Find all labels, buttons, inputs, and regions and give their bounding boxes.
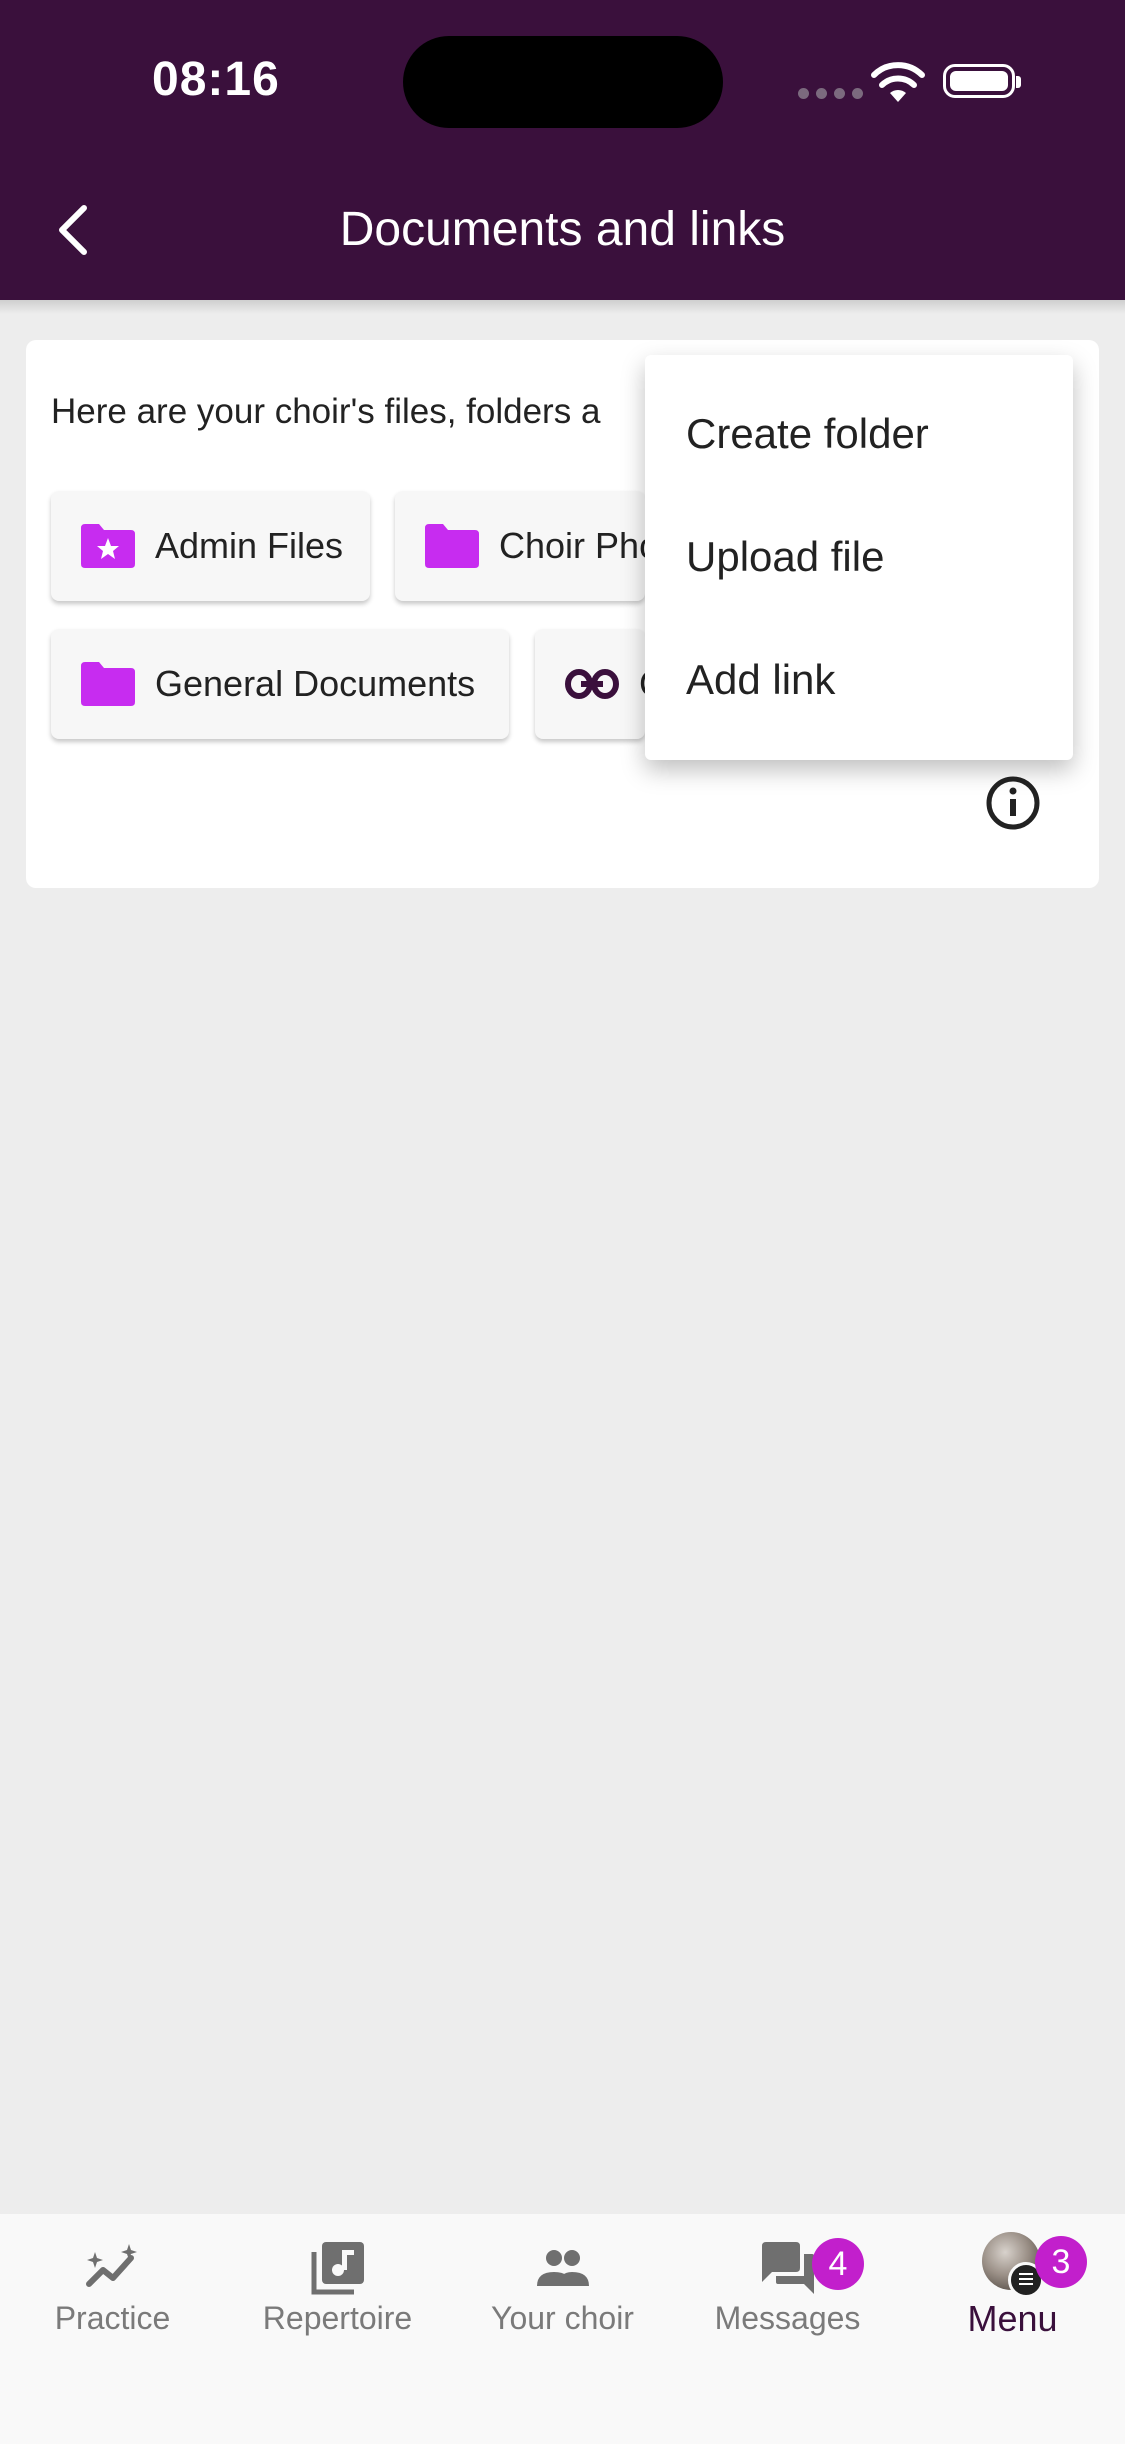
practice-icon (85, 2244, 137, 2287)
dynamic-island (403, 36, 723, 128)
status-time: 08:16 (152, 53, 280, 106)
folder-chip-choir-photos[interactable]: Choir Pho (395, 491, 645, 601)
menu-item-add-link[interactable]: Add link (686, 656, 835, 704)
messages-badge: 4 (812, 2238, 864, 2290)
intro-text: Here are your choir's files, folders a (51, 392, 601, 431)
repertoire-icon (311, 2242, 364, 2295)
link-chip[interactable]: C (535, 629, 645, 739)
nav-label: Messages (714, 2300, 861, 2336)
nav-item-repertoire[interactable]: Repertoire (225, 2214, 450, 2354)
battery-icon (943, 64, 1021, 98)
nav-label: Repertoire (262, 2300, 413, 2336)
folder-icon (81, 662, 135, 706)
add-menu-dropdown: Create folder Upload file Add link (645, 355, 1073, 760)
menu-item-create-folder[interactable]: Create folder (686, 410, 929, 458)
folder-chip-label: Admin Files (155, 525, 344, 566)
menu-badge: 3 (1035, 2236, 1087, 2288)
header-shadow (0, 300, 1125, 314)
link-icon (565, 662, 619, 706)
folder-icon (425, 524, 479, 568)
nav-label: Practice (54, 2300, 171, 2336)
nav-label: Your choir (491, 2300, 634, 2336)
wifi-icon (871, 62, 925, 102)
messages-icon (761, 2242, 814, 2294)
bottom-navigation: Practice Repertoire Your choir Messages … (0, 2214, 1125, 2444)
app-header: 08:16 Documents and links (0, 0, 1125, 300)
cellular-signal-icon (798, 88, 863, 99)
star-folder-icon (81, 524, 135, 568)
folder-chip-general-documents[interactable]: General Documents (51, 629, 509, 739)
page-title: Documents and links (339, 203, 786, 256)
folder-chip-admin-files[interactable]: Admin Files (51, 491, 370, 601)
folder-chip-label: General Documents (155, 663, 476, 704)
nav-label: Menu (967, 2298, 1058, 2339)
nav-item-your-choir[interactable]: Your choir (450, 2214, 675, 2354)
info-icon[interactable] (985, 775, 1041, 831)
nav-item-messages[interactable]: Messages (675, 2214, 900, 2354)
folder-chip-label: Choir Pho (499, 525, 645, 566)
menu-item-upload-file[interactable]: Upload file (686, 533, 884, 581)
people-icon (536, 2250, 589, 2286)
nav-item-practice[interactable]: Practice (0, 2214, 225, 2354)
